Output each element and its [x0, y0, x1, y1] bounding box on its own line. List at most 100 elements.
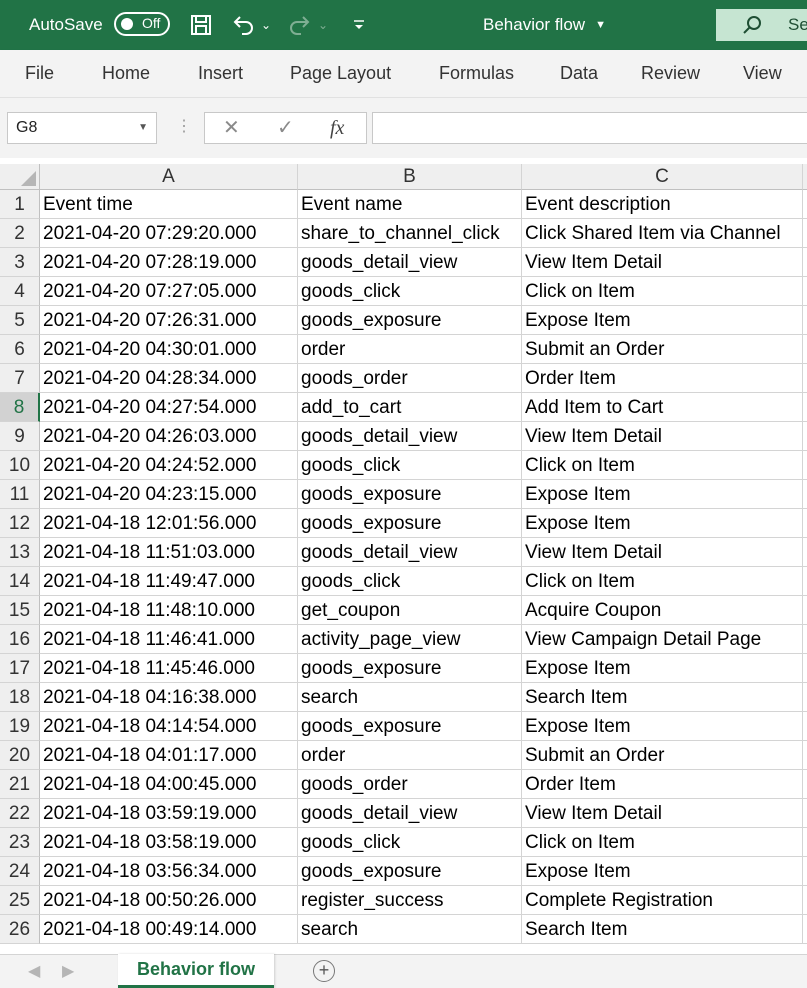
cell-c[interactable]: Click on Item — [522, 567, 803, 596]
tab-review[interactable]: Review — [641, 50, 700, 97]
scroll-left-icon[interactable]: ◀ — [28, 955, 40, 988]
cell-c[interactable]: View Item Detail — [522, 422, 803, 451]
cell-a[interactable]: 2021-04-20 07:27:05.000 — [40, 277, 298, 306]
cell-b[interactable]: goods_order — [298, 770, 522, 799]
row-header[interactable]: 8 — [0, 393, 40, 422]
tab-insert[interactable]: Insert — [198, 50, 243, 97]
cell-b[interactable]: goods_click — [298, 567, 522, 596]
cell-c[interactable]: Expose Item — [522, 857, 803, 886]
column-header-a[interactable]: A — [40, 164, 298, 190]
cell-b[interactable]: goods_click — [298, 828, 522, 857]
save-icon[interactable] — [186, 10, 216, 40]
row-header[interactable]: 17 — [0, 654, 40, 683]
cell-a[interactable]: 2021-04-20 04:23:15.000 — [40, 480, 298, 509]
cell-b[interactable]: goods_detail_view — [298, 538, 522, 567]
cell-d[interactable] — [803, 915, 807, 944]
cell-a[interactable]: 2021-04-18 00:49:14.000 — [40, 915, 298, 944]
formula-input[interactable] — [372, 112, 807, 144]
row-header[interactable]: 5 — [0, 306, 40, 335]
row-header[interactable]: 10 — [0, 451, 40, 480]
cell-d[interactable] — [803, 799, 807, 828]
cell-d[interactable] — [803, 596, 807, 625]
undo-dropdown-icon[interactable]: ⌄ — [256, 10, 276, 40]
customize-toolbar-icon[interactable] — [344, 10, 374, 40]
cell-d[interactable] — [803, 770, 807, 799]
cell-b[interactable]: get_coupon — [298, 596, 522, 625]
cell-d[interactable] — [803, 654, 807, 683]
file-title[interactable]: Behavior flow ▼ — [483, 0, 606, 50]
row-header[interactable]: 23 — [0, 828, 40, 857]
cell-b[interactable]: goods_detail_view — [298, 248, 522, 277]
cell-a[interactable]: 2021-04-18 11:51:03.000 — [40, 538, 298, 567]
cell-c[interactable]: Order Item — [522, 364, 803, 393]
row-header[interactable]: 15 — [0, 596, 40, 625]
cell-a[interactable]: 2021-04-18 03:59:19.000 — [40, 799, 298, 828]
cell-a[interactable]: 2021-04-18 03:58:19.000 — [40, 828, 298, 857]
cell-a[interactable]: 2021-04-20 04:28:34.000 — [40, 364, 298, 393]
scroll-right-icon[interactable]: ▶ — [62, 955, 74, 988]
tab-view[interactable]: View — [743, 50, 782, 97]
cell-b[interactable]: share_to_channel_click — [298, 219, 522, 248]
row-header[interactable]: 11 — [0, 480, 40, 509]
cell-c[interactable]: Click on Item — [522, 828, 803, 857]
cell-d[interactable] — [803, 306, 807, 335]
row-header[interactable]: 22 — [0, 799, 40, 828]
cell-b[interactable]: goods_exposure — [298, 712, 522, 741]
row-header[interactable]: 16 — [0, 625, 40, 654]
cell-c[interactable]: Search Item — [522, 915, 803, 944]
cell-a[interactable]: 2021-04-18 04:00:45.000 — [40, 770, 298, 799]
row-header[interactable]: 9 — [0, 422, 40, 451]
cell-a[interactable]: 2021-04-20 04:24:52.000 — [40, 451, 298, 480]
cell-d[interactable] — [803, 567, 807, 596]
tab-formulas[interactable]: Formulas — [439, 50, 514, 97]
cell-d[interactable] — [803, 364, 807, 393]
cell-c[interactable]: Expose Item — [522, 480, 803, 509]
cell-a[interactable]: 2021-04-18 04:01:17.000 — [40, 741, 298, 770]
cell-c[interactable]: Expose Item — [522, 509, 803, 538]
cell-b[interactable]: Event name — [298, 190, 522, 219]
cell-a[interactable]: 2021-04-20 07:26:31.000 — [40, 306, 298, 335]
tab-page-layout[interactable]: Page Layout — [290, 50, 391, 97]
row-header[interactable]: 13 — [0, 538, 40, 567]
cell-c[interactable]: View Item Detail — [522, 538, 803, 567]
enter-icon[interactable]: ✓ — [277, 113, 294, 143]
cell-a[interactable]: 2021-04-18 03:56:34.000 — [40, 857, 298, 886]
cell-b[interactable]: goods_click — [298, 277, 522, 306]
cell-a[interactable]: 2021-04-18 11:45:46.000 — [40, 654, 298, 683]
cell-c[interactable]: Event description — [522, 190, 803, 219]
cell-a[interactable]: 2021-04-18 00:50:26.000 — [40, 886, 298, 915]
cell-a[interactable]: 2021-04-20 04:26:03.000 — [40, 422, 298, 451]
sheet-tab-behavior-flow[interactable]: Behavior flow — [118, 954, 274, 988]
cell-d[interactable] — [803, 480, 807, 509]
cell-b[interactable]: goods_exposure — [298, 857, 522, 886]
cell-b[interactable]: activity_page_view — [298, 625, 522, 654]
row-header[interactable]: 7 — [0, 364, 40, 393]
cell-a[interactable]: Event time — [40, 190, 298, 219]
cell-b[interactable]: search — [298, 915, 522, 944]
row-header[interactable]: 18 — [0, 683, 40, 712]
cell-c[interactable]: View Item Detail — [522, 248, 803, 277]
cell-d[interactable] — [803, 625, 807, 654]
cell-c[interactable]: Click Shared Item via Channel — [522, 219, 803, 248]
add-sheet-icon[interactable]: + — [313, 960, 335, 982]
cell-c[interactable]: Order Item — [522, 770, 803, 799]
name-box[interactable]: G8 ▼ — [7, 112, 157, 144]
cell-d[interactable] — [803, 509, 807, 538]
cell-d[interactable] — [803, 277, 807, 306]
cell-d[interactable] — [803, 248, 807, 277]
row-header[interactable]: 25 — [0, 886, 40, 915]
cell-a[interactable]: 2021-04-20 04:27:54.000 — [40, 393, 298, 422]
cell-a[interactable]: 2021-04-18 11:46:41.000 — [40, 625, 298, 654]
cell-d[interactable] — [803, 538, 807, 567]
cell-c[interactable]: Expose Item — [522, 306, 803, 335]
row-header[interactable]: 2 — [0, 219, 40, 248]
cell-a[interactable]: 2021-04-20 07:28:19.000 — [40, 248, 298, 277]
cancel-icon[interactable]: ✕ — [223, 113, 240, 143]
row-header[interactable]: 4 — [0, 277, 40, 306]
row-header[interactable]: 24 — [0, 857, 40, 886]
cell-c[interactable]: Submit an Order — [522, 335, 803, 364]
cell-d[interactable] — [803, 219, 807, 248]
cell-a[interactable]: 2021-04-20 04:30:01.000 — [40, 335, 298, 364]
cell-d[interactable] — [803, 741, 807, 770]
cell-d[interactable] — [803, 190, 807, 219]
